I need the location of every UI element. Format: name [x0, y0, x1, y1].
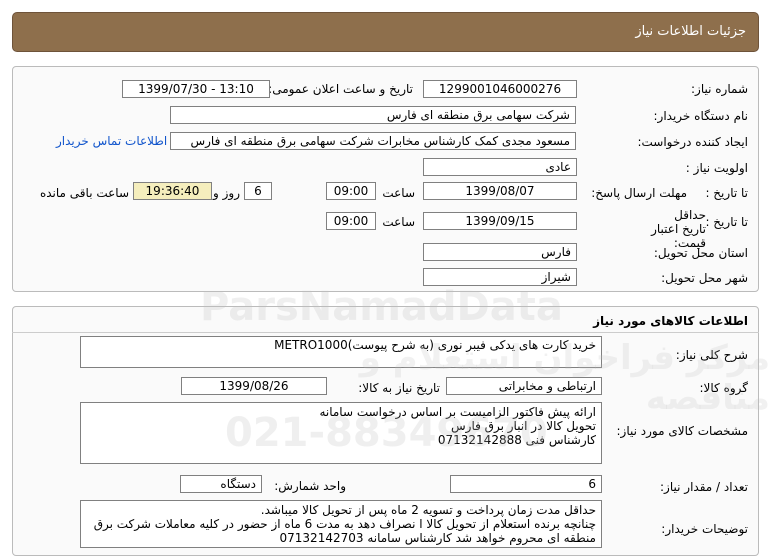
buyer-contact-link[interactable]: اطلاعات تماس خریدار: [56, 134, 167, 148]
validity-time-field: 09:00: [326, 212, 376, 230]
need-date-field: 1399/08/26: [181, 377, 327, 395]
priority-label: اولویت نیاز :: [685, 161, 748, 175]
days-label: روز و: [213, 186, 240, 200]
need-info-panel: [12, 66, 759, 292]
unit-label: واحد شمارش:: [274, 479, 346, 493]
notes-line: چنانچه برنده استعلام از تحویل کالا ا نصر…: [93, 517, 596, 531]
validity-label: حداقل تاریخ اعتبار قیمت:: [651, 208, 706, 250]
deadline-date-field: 1399/08/07: [423, 182, 577, 200]
need-date-label: تاریخ نیاز به کالا:: [358, 381, 440, 395]
goods-divider: [12, 332, 759, 333]
specs-line: کارشناس فنی 07132142888: [437, 433, 596, 447]
buyer-label: نام دستگاه خریدار:: [653, 109, 749, 123]
province-field: فارس: [423, 243, 577, 261]
goods-section-title: اطلاعات کالاهای مورد نیاز: [593, 314, 748, 328]
qty-label: تعداد / مقدار نیاز:: [660, 480, 748, 494]
days-field: 6: [244, 182, 272, 200]
unit-field: دستگاه: [180, 475, 262, 493]
page-title: جزئیات اطلاعات نیاز: [635, 24, 746, 39]
summary-label: شرح کلی نیاز:: [675, 348, 748, 362]
announce-label: تاریخ و ساعت اعلان عمومی:: [268, 82, 413, 96]
summary-field: خرید کارت های یدکی فیبر نوری (به شرح پیو…: [80, 336, 602, 368]
group-label: گروه کالا:: [699, 381, 749, 395]
validity-date-field: 1399/09/15: [423, 212, 577, 230]
need-number-label: شماره نیاز:: [691, 82, 748, 96]
city-label: شهر محل تحویل:: [661, 271, 748, 285]
notes-line: حداقل مدت زمان پرداخت و تسویه 2 ماه پس ا…: [260, 503, 596, 517]
province-label: استان محل تحویل:: [653, 246, 748, 260]
specs-field: ارائه پیش فاکتور الزامیست بر اساس درخواس…: [80, 402, 602, 464]
qty-field: 6: [450, 475, 602, 493]
deadline-time-field: 09:00: [326, 182, 376, 200]
deadline-label: مهلت ارسال پاسخ:: [591, 186, 687, 200]
requester-label: ایجاد کننده درخواست:: [637, 135, 748, 149]
requester-field: مسعود مجدی کمک کارشناس مخابرات شرکت سهام…: [170, 132, 576, 150]
remaining-time-field: 19:36:40: [133, 182, 212, 200]
notes-line: منطقه ای محروم خواهد شد کارشناس سامانه 0…: [279, 531, 596, 545]
specs-line: ارائه پیش فاکتور الزامیست بر اساس درخواس…: [319, 405, 596, 419]
validity-time-label: ساعت: [382, 215, 415, 229]
need-number-field: 1299001046000276: [423, 80, 577, 98]
announce-field: 1399/07/30 - 13:10: [122, 80, 270, 98]
deadline-time-label: ساعت: [382, 186, 415, 200]
specs-line: تحویل کالا در انبار برق فارس: [451, 419, 596, 433]
page-header: جزئیات اطلاعات نیاز: [12, 12, 759, 52]
notes-field: حداقل مدت زمان پرداخت و تسویه 2 ماه پس ا…: [80, 500, 602, 548]
deadline-to-date-label: تا تاریخ :: [705, 186, 748, 200]
city-field: شیراز: [423, 268, 577, 286]
group-field: ارتباطی و مخابراتی: [446, 377, 602, 395]
validity-to-date-label: تا تاریخ :: [705, 215, 748, 229]
buyer-field: شرکت سهامی برق منطقه ای فارس: [170, 106, 576, 124]
remaining-label: ساعت باقی مانده: [39, 186, 129, 200]
notes-label: توضیحات خریدار:: [661, 522, 748, 536]
summary-text: خرید کارت های یدکی فیبر نوری (به شرح پیو…: [274, 338, 596, 352]
priority-field: عادی: [423, 158, 577, 176]
specs-label: مشخصات کالای مورد نیاز:: [616, 424, 748, 438]
